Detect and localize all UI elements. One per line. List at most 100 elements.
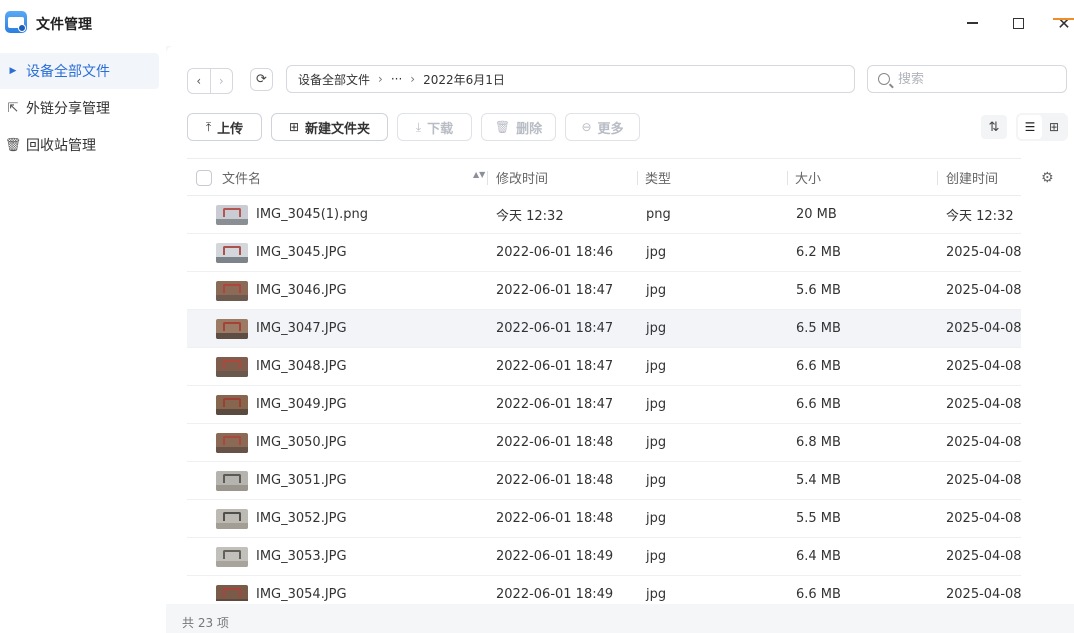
sort-button[interactable]: ⇅ — [981, 115, 1007, 139]
more-icon: ⊖ — [581, 120, 592, 134]
column-header-created[interactable]: 创建时间 — [946, 159, 998, 196]
file-type: jpg — [646, 283, 667, 298]
chevron-right-icon: › — [218, 74, 224, 88]
minimize-button[interactable] — [958, 10, 986, 36]
refresh-button[interactable]: ⟳ — [250, 68, 273, 91]
file-type: jpg — [646, 473, 667, 488]
file-size: 5.4 MB — [796, 473, 841, 488]
table-row[interactable]: IMG_3048.JPG 2022-06-01 18:47 jpg 6.6 MB… — [187, 348, 1021, 386]
table-row[interactable]: IMG_3045(1).png 今天 12:32 png 20 MB 今天 12… — [187, 196, 1021, 234]
breadcrumb-item-current[interactable]: 2022年6月1日 — [423, 71, 505, 88]
more-button[interactable]: ⊖ 更多 — [565, 113, 640, 141]
file-modified: 2022-06-01 18:46 — [496, 245, 614, 260]
breadcrumb-item-ellipsis[interactable]: ··· — [391, 72, 402, 86]
file-browser: ‹ › ⟳ 设备全部文件 › ··· › 2022年6月1日 ⤒ 上传 ⊞ 新建… — [166, 46, 1074, 604]
file-created: 2025-04-08 — [946, 283, 1021, 298]
file-created: 2025-04-08 — [946, 245, 1021, 260]
table-row[interactable]: IMG_3054.JPG 2022-06-01 18:49 jpg 6.6 MB… — [187, 576, 1021, 601]
list-view-button[interactable]: ☰ — [1018, 115, 1042, 139]
breadcrumb-item-root[interactable]: 设备全部文件 — [298, 71, 370, 88]
table-row[interactable]: IMG_3047.JPG 2022-06-01 18:47 jpg 6.5 MB… — [187, 310, 1021, 348]
select-all-checkbox[interactable] — [196, 170, 212, 186]
sidebar-item-all-files[interactable]: ▶ 设备全部文件 — [0, 53, 159, 89]
table-header: 文件名 ▲▼ 修改时间 类型 大小 创建时间 — [187, 158, 1021, 196]
download-label: 下载 — [427, 121, 454, 137]
grid-view-icon: ⊞ — [1048, 120, 1060, 134]
share-link-icon: ⇱ — [7, 100, 19, 116]
file-size: 6.5 MB — [796, 321, 841, 336]
table-row[interactable]: IMG_3053.JPG 2022-06-01 18:49 jpg 6.4 MB… — [187, 538, 1021, 576]
column-divider[interactable] — [637, 171, 638, 185]
app-title: 文件管理 — [36, 17, 92, 33]
file-type: png — [646, 207, 671, 222]
file-created: 2025-04-08 — [946, 321, 1021, 336]
minimize-icon — [966, 22, 978, 24]
file-name: IMG_3049.JPG — [256, 397, 347, 412]
forward-button[interactable]: › — [209, 69, 233, 93]
column-header-modified[interactable]: 修改时间 — [496, 159, 548, 196]
file-type: jpg — [646, 359, 667, 374]
file-created: 2025-04-08 — [946, 473, 1021, 488]
file-size: 6.6 MB — [796, 587, 841, 601]
item-count: 共 23 项 — [182, 616, 229, 630]
file-type: jpg — [646, 321, 667, 336]
sidebar-item-label: 外链分享管理 — [26, 101, 110, 117]
column-settings-icon[interactable]: ⚙ — [1041, 170, 1054, 186]
delete-button[interactable]: 🗑 删除 — [481, 113, 556, 141]
download-button[interactable]: ⤓ 下载 — [397, 113, 472, 141]
table-row[interactable]: IMG_3051.JPG 2022-06-01 18:48 jpg 5.4 MB… — [187, 462, 1021, 500]
file-created: 2025-04-08 — [946, 511, 1021, 526]
table-row[interactable]: IMG_3052.JPG 2022-06-01 18:48 jpg 5.5 MB… — [187, 500, 1021, 538]
new-folder-icon: ⊞ — [288, 120, 300, 134]
sort-icon: ⇅ — [988, 119, 1000, 135]
new-folder-button[interactable]: ⊞ 新建文件夹 — [271, 113, 388, 141]
column-header-size[interactable]: 大小 — [795, 159, 821, 196]
maximize-button[interactable] — [1004, 10, 1032, 36]
sidebar-item-recycle-bin[interactable]: 🗑 回收站管理 — [0, 127, 159, 163]
table-row[interactable]: IMG_3050.JPG 2022-06-01 18:48 jpg 6.8 MB… — [187, 424, 1021, 462]
chevron-left-icon: ‹ — [196, 74, 202, 88]
close-button[interactable]: ✕ — [1050, 10, 1074, 36]
grid-view-button[interactable]: ⊞ — [1042, 115, 1066, 139]
image-thumbnail — [216, 357, 248, 377]
column-header-name[interactable]: 文件名 — [222, 159, 261, 196]
sidebar-item-share-links[interactable]: ⇱ 外链分享管理 — [0, 90, 159, 126]
file-modified: 今天 12:32 — [496, 209, 564, 224]
table-row[interactable]: IMG_3046.JPG 2022-06-01 18:47 jpg 5.6 MB… — [187, 272, 1021, 310]
file-size: 20 MB — [796, 207, 837, 222]
history-nav: ‹ › — [187, 68, 233, 94]
upload-button[interactable]: ⤒ 上传 — [187, 113, 262, 141]
file-name: IMG_3050.JPG — [256, 435, 347, 450]
file-name: IMG_3053.JPG — [256, 549, 347, 564]
file-manager-app-icon — [5, 11, 27, 33]
table-row[interactable]: IMG_3045.JPG 2022-06-01 18:46 jpg 6.2 MB… — [187, 234, 1021, 272]
breadcrumb: 设备全部文件 › ··· › 2022年6月1日 — [286, 65, 855, 93]
main-panel: ‹ › ⟳ 设备全部文件 › ··· › 2022年6月1日 ⤒ 上传 ⊞ 新建… — [166, 46, 1074, 633]
upload-label: 上传 — [217, 121, 244, 137]
search-input[interactable] — [898, 71, 1058, 87]
search-box[interactable] — [867, 65, 1067, 93]
sort-arrows-icon[interactable]: ▲▼ — [473, 171, 485, 179]
file-created: 2025-04-08 — [946, 549, 1021, 564]
image-thumbnail — [216, 395, 248, 415]
file-name: IMG_3045(1).png — [256, 207, 368, 222]
column-divider[interactable] — [487, 171, 488, 185]
column-divider[interactable] — [937, 171, 938, 185]
view-toggle: ☰ ⊞ — [1016, 113, 1068, 141]
file-created: 2025-04-08 — [946, 359, 1021, 374]
file-type: jpg — [646, 435, 667, 450]
image-thumbnail — [216, 433, 248, 453]
file-modified: 2022-06-01 18:48 — [496, 435, 614, 450]
column-divider[interactable] — [787, 171, 788, 185]
delete-label: 删除 — [516, 121, 543, 137]
back-button[interactable]: ‹ — [188, 69, 210, 93]
close-icon: ✕ — [1057, 13, 1071, 33]
column-header-type[interactable]: 类型 — [645, 159, 671, 196]
triangle-right-icon: ▶ — [9, 66, 17, 76]
file-created: 2025-04-08 — [946, 587, 1021, 601]
file-size: 6.4 MB — [796, 549, 841, 564]
file-name: IMG_3045.JPG — [256, 245, 347, 260]
table-row[interactable]: IMG_3049.JPG 2022-06-01 18:47 jpg 6.6 MB… — [187, 386, 1021, 424]
file-size: 5.5 MB — [796, 511, 841, 526]
file-name: IMG_3048.JPG — [256, 359, 347, 374]
